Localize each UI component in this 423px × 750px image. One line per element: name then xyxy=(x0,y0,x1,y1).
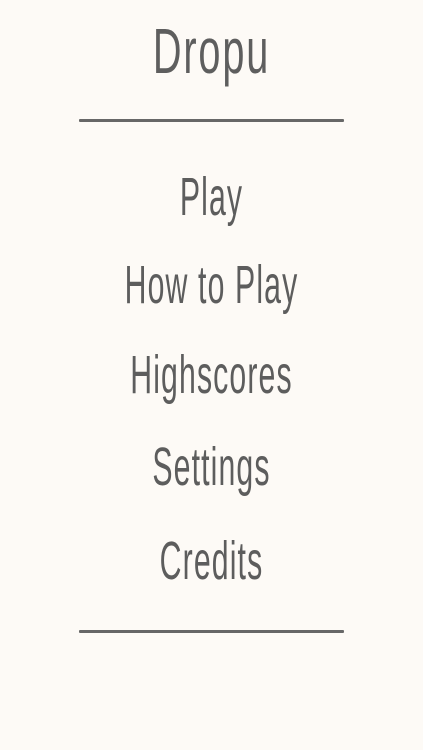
main-menu: Play How to Play Highscores Settings Cre… xyxy=(0,150,423,610)
main-menu-screen: Dropu Play How to Play Highscores Settin… xyxy=(0,0,423,750)
settings-button[interactable]: Settings xyxy=(93,432,330,502)
play-button[interactable]: Play xyxy=(93,162,330,232)
bottom-divider xyxy=(79,630,344,633)
top-divider xyxy=(79,119,344,122)
highscores-button[interactable]: Highscores xyxy=(93,340,330,410)
credits-button[interactable]: Credits xyxy=(93,526,330,596)
how-to-play-button[interactable]: How to Play xyxy=(93,250,330,320)
game-title: Dropu xyxy=(152,15,271,87)
